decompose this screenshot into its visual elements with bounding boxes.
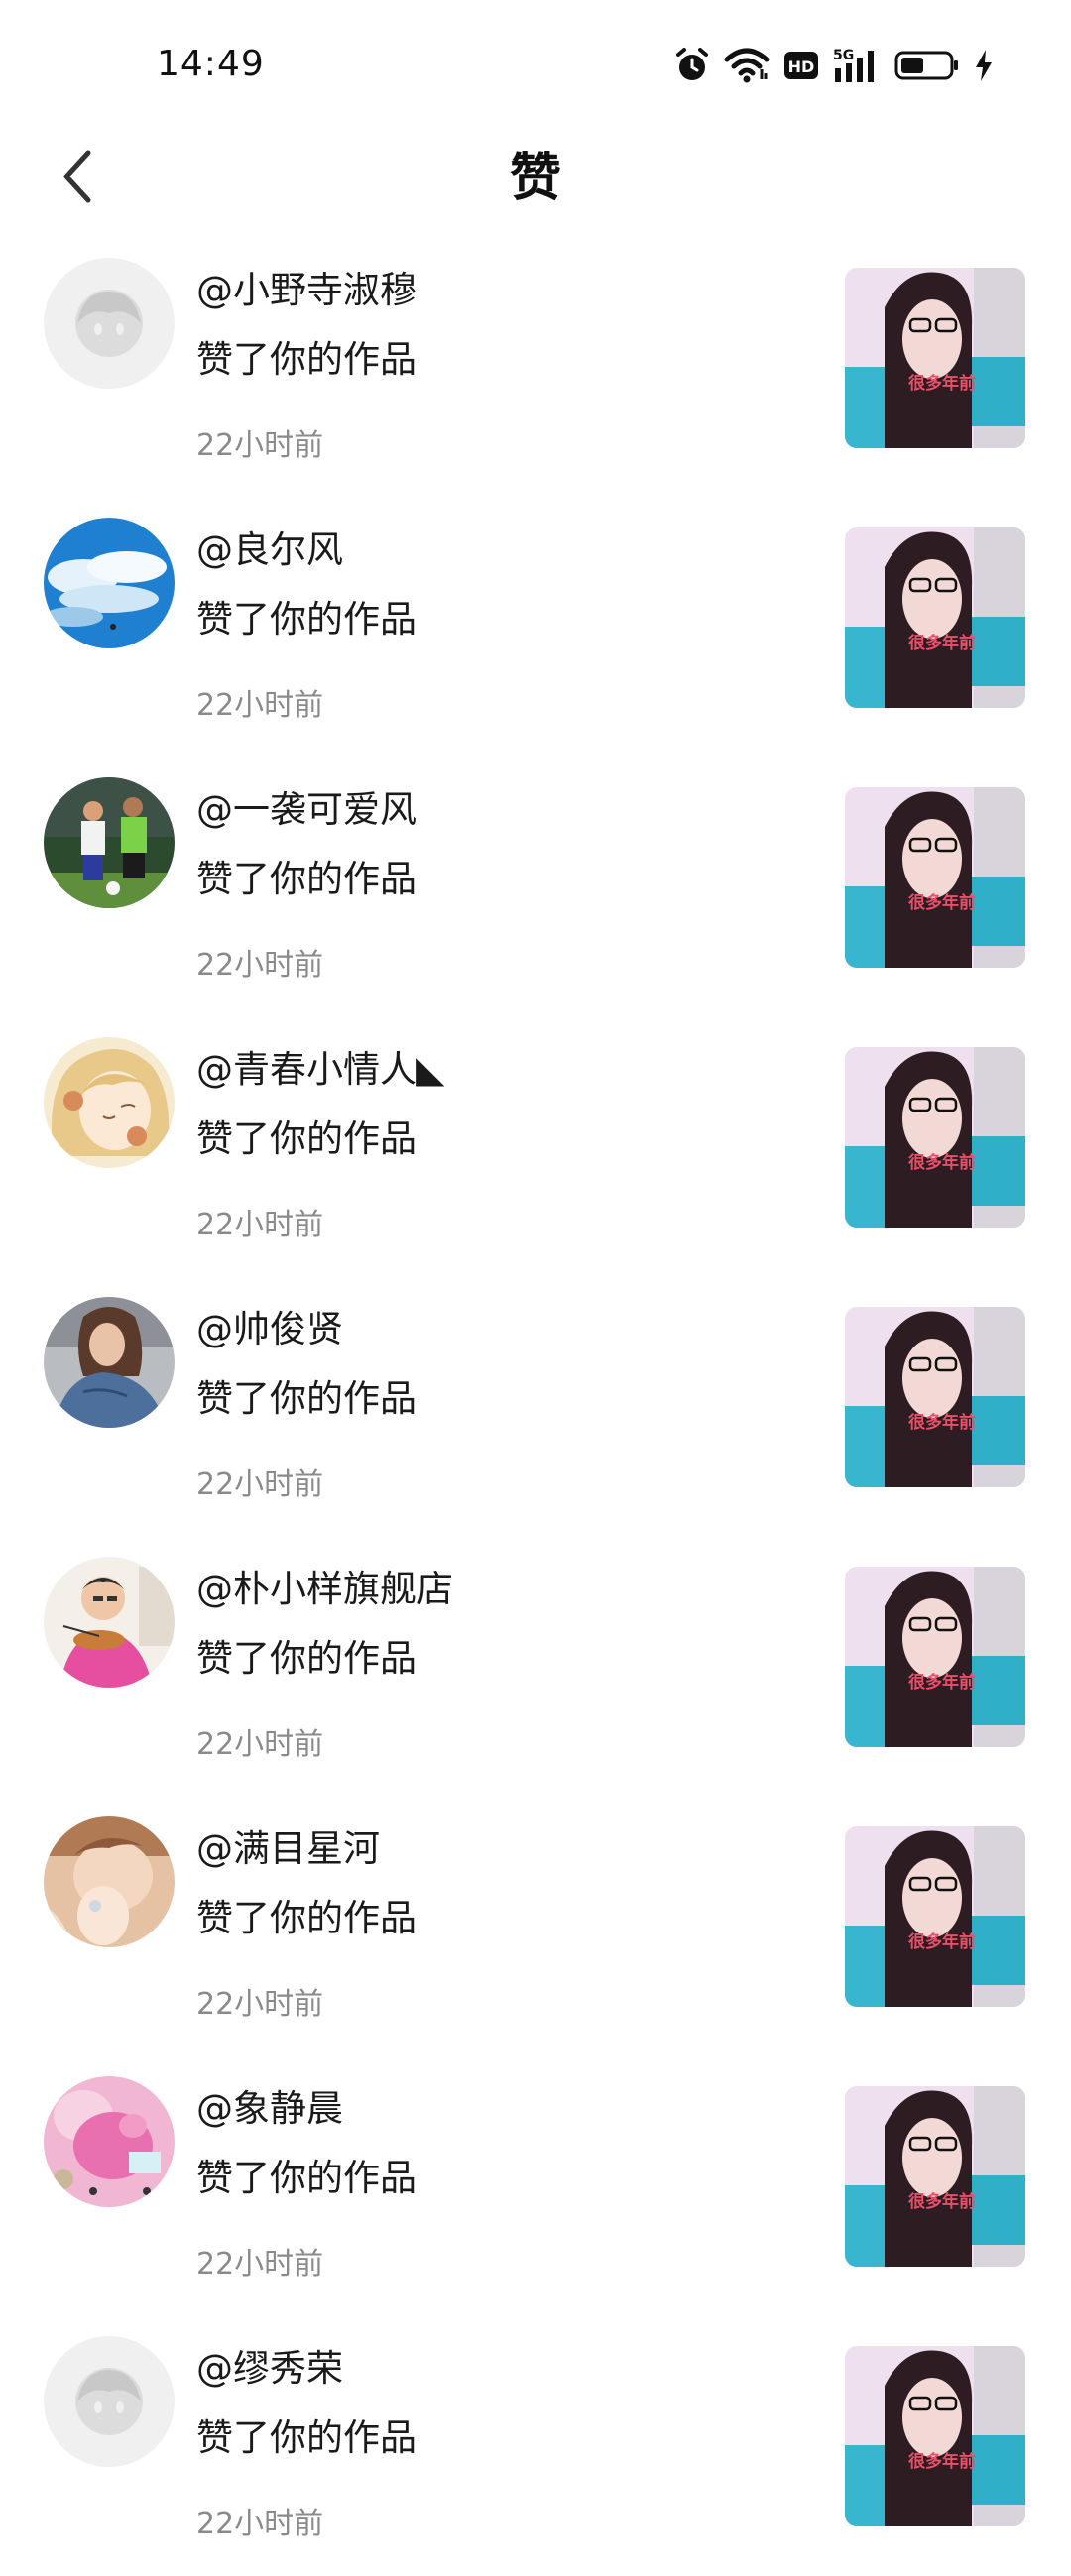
avatar[interactable] bbox=[44, 1557, 175, 1688]
avatar[interactable] bbox=[44, 258, 175, 389]
action-text: 赞了你的作品 bbox=[196, 338, 416, 381]
svg-text:HD: HD bbox=[788, 58, 815, 76]
post-thumbnail[interactable]: 很多年前 bbox=[845, 1047, 1025, 1228]
like-notification-row[interactable]: @朴小样旗舰店 赞了你的作品 22小时前 很多年前 bbox=[0, 1537, 1071, 1797]
action-text: 赞了你的作品 bbox=[196, 598, 416, 641]
page-title: 赞 bbox=[509, 149, 561, 208]
post-thumbnail[interactable]: 很多年前 bbox=[845, 2086, 1025, 2267]
charging-icon bbox=[974, 49, 994, 82]
timestamp: 22小时前 bbox=[196, 1467, 324, 1502]
timestamp: 22小时前 bbox=[196, 1208, 324, 1242]
timestamp: 22小时前 bbox=[196, 428, 324, 463]
chevron-left-icon bbox=[59, 147, 98, 210]
like-notification-row[interactable]: @一袭可爱风 赞了你的作品 22小时前 很多年前 bbox=[0, 758, 1071, 1017]
username[interactable]: @缪秀荣 bbox=[196, 2338, 343, 2392]
action-text: 赞了你的作品 bbox=[196, 858, 416, 900]
username[interactable]: @一袭可爱风 bbox=[196, 779, 416, 833]
username[interactable]: @青春小情人◣ bbox=[196, 1039, 444, 1093]
timestamp: 22小时前 bbox=[196, 2247, 324, 2282]
post-thumbnail[interactable]: 很多年前 bbox=[845, 1826, 1025, 2007]
alarm-icon bbox=[674, 47, 710, 84]
action-text: 赞了你的作品 bbox=[196, 1117, 416, 1160]
like-notification-row[interactable]: @帅俊贤 赞了你的作品 22小时前 很多年前 bbox=[0, 1277, 1071, 1537]
thumbnail-caption: 很多年前 bbox=[908, 2451, 976, 2472]
back-button[interactable] bbox=[44, 139, 113, 218]
timestamp: 22小时前 bbox=[196, 1727, 324, 1762]
thumbnail-caption: 很多年前 bbox=[908, 1932, 976, 1952]
timestamp: 22小时前 bbox=[196, 948, 324, 983]
thumbnail-caption: 很多年前 bbox=[908, 633, 976, 653]
thumbnail-caption: 很多年前 bbox=[908, 1672, 976, 1693]
like-notification-row[interactable]: @小野寺淑穆 赞了你的作品 22小时前 很多年前 bbox=[0, 238, 1071, 498]
post-thumbnail[interactable]: 很多年前 bbox=[845, 1307, 1025, 1487]
avatar[interactable] bbox=[44, 1037, 175, 1168]
action-text: 赞了你的作品 bbox=[196, 1897, 416, 1939]
like-notification-row[interactable]: @满目星河 赞了你的作品 22小时前 很多年前 bbox=[0, 1797, 1071, 2056]
wifi-icon bbox=[724, 48, 770, 83]
thumbnail-caption: 很多年前 bbox=[908, 1412, 976, 1433]
status-icons: HD 5G bbox=[674, 44, 994, 87]
username[interactable]: @满目星河 bbox=[196, 1818, 380, 1872]
svg-text:5G: 5G bbox=[833, 48, 854, 63]
like-notification-row[interactable]: @象静晨 赞了你的作品 22小时前 很多年前 bbox=[0, 2056, 1071, 2316]
post-thumbnail[interactable]: 很多年前 bbox=[845, 2346, 1025, 2526]
timestamp: 22小时前 bbox=[196, 688, 324, 723]
hd-icon: HD bbox=[783, 51, 819, 80]
action-text: 赞了你的作品 bbox=[196, 2416, 416, 2459]
like-notification-row[interactable]: @良尔风 赞了你的作品 22小时前 很多年前 bbox=[0, 498, 1071, 758]
post-thumbnail[interactable]: 很多年前 bbox=[845, 268, 1025, 448]
status-time: 14:49 bbox=[157, 44, 265, 84]
username[interactable]: @小野寺淑穆 bbox=[196, 260, 416, 313]
like-notification-row[interactable]: @缪秀荣 赞了你的作品 22小时前 很多年前 bbox=[0, 2316, 1071, 2576]
post-thumbnail[interactable]: 很多年前 bbox=[845, 787, 1025, 968]
timestamp: 22小时前 bbox=[196, 2507, 324, 2541]
thumbnail-caption: 很多年前 bbox=[908, 2191, 976, 2212]
avatar[interactable] bbox=[44, 518, 175, 648]
action-text: 赞了你的作品 bbox=[196, 1637, 416, 1680]
post-thumbnail[interactable]: 很多年前 bbox=[845, 527, 1025, 708]
post-thumbnail[interactable]: 很多年前 bbox=[845, 1567, 1025, 1747]
status-bar: 14:49 HD 5G bbox=[0, 0, 1071, 129]
thumbnail-caption: 很多年前 bbox=[908, 373, 976, 394]
timestamp: 22小时前 bbox=[196, 1987, 324, 2022]
username[interactable]: @良尔风 bbox=[196, 520, 343, 573]
username[interactable]: @朴小样旗舰店 bbox=[196, 1559, 453, 1612]
top-nav-bar: 赞 bbox=[0, 129, 1071, 228]
avatar[interactable] bbox=[44, 1816, 175, 1947]
action-text: 赞了你的作品 bbox=[196, 1377, 416, 1420]
thumbnail-caption: 很多年前 bbox=[908, 1152, 976, 1173]
username[interactable]: @帅俊贤 bbox=[196, 1299, 343, 1352]
likes-list: @小野寺淑穆 赞了你的作品 22小时前 很多年前 @良尔风 赞了你的作品 22小… bbox=[0, 238, 1071, 2576]
avatar[interactable] bbox=[44, 1297, 175, 1428]
avatar[interactable] bbox=[44, 2336, 175, 2467]
battery-icon bbox=[894, 50, 960, 81]
signal-5g-icon: 5G bbox=[833, 47, 881, 84]
username[interactable]: @象静晨 bbox=[196, 2078, 343, 2132]
like-notification-row[interactable]: @青春小情人◣ 赞了你的作品 22小时前 很多年前 bbox=[0, 1017, 1071, 1277]
avatar[interactable] bbox=[44, 777, 175, 908]
avatar[interactable] bbox=[44, 2076, 175, 2207]
action-text: 赞了你的作品 bbox=[196, 2157, 416, 2199]
thumbnail-caption: 很多年前 bbox=[908, 892, 976, 913]
